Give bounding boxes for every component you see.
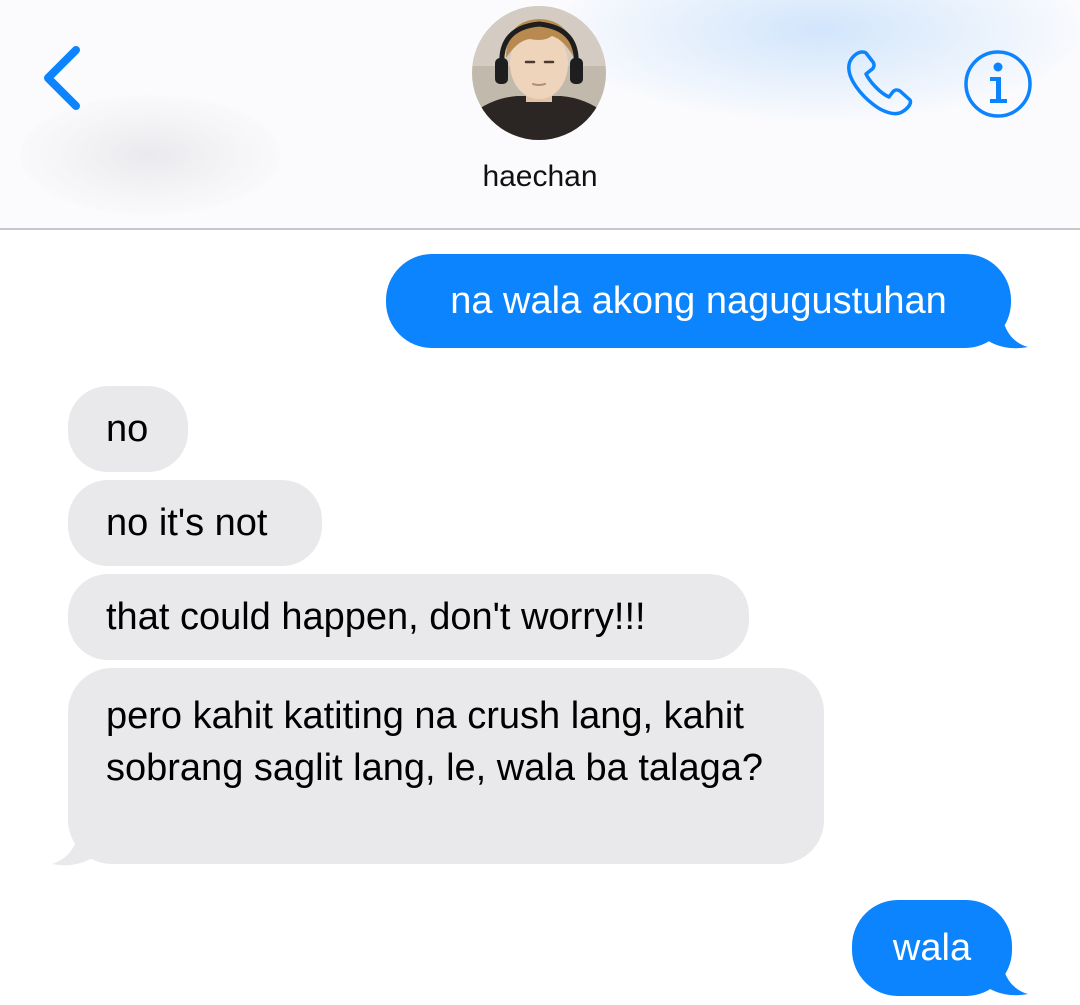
- received-message-bubble[interactable]: pero kahit katiting na crush lang, kahit…: [68, 668, 824, 864]
- phone-icon: [847, 50, 913, 116]
- contact-name[interactable]: haechan: [390, 160, 690, 194]
- received-message-bubble[interactable]: no: [68, 386, 188, 472]
- info-button[interactable]: [960, 46, 1036, 122]
- sent-message-bubble[interactable]: na wala akong nagugustuhan: [386, 254, 1011, 348]
- conversation-header: haechan: [0, 0, 1080, 230]
- sent-bubble-tail: [980, 300, 1028, 349]
- sent-bubble-tail: [980, 947, 1028, 996]
- back-button[interactable]: [30, 38, 100, 118]
- received-bubble-tail: [52, 820, 100, 866]
- message-text: no it's not: [106, 502, 268, 544]
- message-text: that could happen, don't worry!!!: [106, 596, 646, 638]
- avatar[interactable]: [472, 6, 606, 140]
- message-text: na wala akong nagugustuhan: [450, 280, 947, 322]
- info-icon: [964, 50, 1032, 118]
- received-message-bubble[interactable]: no it's not: [68, 480, 322, 566]
- call-button[interactable]: [838, 44, 918, 120]
- chevron-left-icon: [44, 46, 80, 110]
- received-message-bubble[interactable]: that could happen, don't worry!!!: [68, 574, 749, 660]
- contact-photo: [472, 6, 606, 140]
- message-text: wala: [892, 927, 972, 969]
- message-text: pero kahit katiting na crush lang, kahit…: [106, 695, 764, 789]
- message-text: no: [106, 408, 149, 450]
